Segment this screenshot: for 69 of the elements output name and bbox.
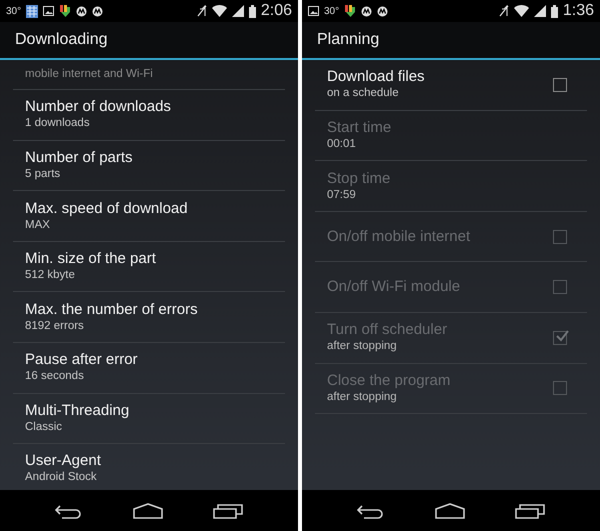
setting-title: Multi-Threading [25, 402, 130, 420]
signal-icon [534, 5, 546, 17]
setting-value: 5 parts [25, 166, 62, 182]
battery-icon [248, 4, 256, 18]
setting-value: after stopping [327, 390, 398, 405]
settings-row[interactable]: Number of parts 5 parts [13, 140, 285, 192]
image-icon [43, 6, 54, 16]
back-icon[interactable] [357, 502, 385, 518]
home-icon[interactable] [435, 502, 465, 518]
setting-title: Turn off scheduler [327, 321, 448, 340]
circle-icon [377, 6, 388, 16]
screen-title: Downloading [15, 30, 108, 50]
circle-icon [361, 6, 372, 16]
image-icon [308, 6, 319, 16]
signal-icon [232, 5, 244, 17]
setting-title: Max. the number of errors [25, 300, 198, 319]
download-icon [344, 4, 356, 18]
clock-text: 1:36 [562, 1, 594, 21]
wifi-icon [514, 5, 529, 17]
check-icon [555, 328, 569, 343]
settings-row[interactable]: Max. speed of download MAX [13, 191, 285, 242]
setting-value: 00:01 [327, 136, 357, 152]
settings-row[interactable]: Max. the number of errors 8192 errors [13, 292, 285, 343]
settings-row[interactable]: Pause after error 16 seconds [13, 342, 285, 394]
circle-icon [92, 6, 104, 16]
wifi-icon [212, 5, 227, 17]
settings-row[interactable]: Multi-Threading Classic [13, 394, 285, 444]
setting-value: 1 downloads [25, 116, 91, 132]
battery-icon [550, 4, 558, 18]
back-icon[interactable] [55, 502, 83, 518]
mute-icon [196, 5, 207, 17]
settings-row[interactable]: Number of downloads 1 downloads [13, 90, 285, 141]
setting-title: Number of downloads [25, 98, 171, 116]
setting-title: Pause after error [25, 351, 138, 370]
setting-value: 8192 errors [25, 318, 85, 334]
setting-value: 07:59 [327, 188, 357, 202]
setting-title: Max. speed of download [25, 200, 188, 218]
temperature-text: 30° [324, 4, 340, 18]
setting-value: Classic [25, 420, 64, 435]
recent-apps-icon[interactable] [213, 502, 243, 518]
clock-text: 2:06 [260, 1, 292, 21]
setting-value: 16 seconds [25, 369, 85, 384]
setting-title: Download files [327, 68, 425, 86]
grid-icon [26, 4, 38, 18]
setting-title: Start time [327, 118, 392, 137]
setting-title: Min. size of the part [25, 250, 156, 268]
setting-title: On/off mobile internet [327, 228, 470, 246]
mute-icon [498, 5, 509, 17]
home-icon[interactable] [133, 502, 163, 518]
download-icon [59, 4, 72, 18]
setting-title: Stop time [327, 170, 390, 188]
setting-value: mobile internet and Wi-Fi [25, 67, 153, 82]
checkbox[interactable] [553, 78, 567, 92]
setting-value: MAX [25, 218, 51, 232]
screen-title: Planning [317, 30, 380, 50]
setting-title: Number of parts [25, 148, 133, 167]
setting-title: User-Agent [25, 452, 101, 470]
setting-value: Android Stock [25, 470, 98, 486]
setting-title: Close the program [327, 372, 450, 390]
setting-value: 512 kbyte [25, 268, 76, 284]
setting-title: On/off Wi-Fi module [327, 278, 460, 296]
settings-row[interactable]: Download files on a schedule [315, 60, 587, 111]
temperature-text: 30° [6, 4, 22, 18]
setting-value: after stopping [327, 339, 398, 354]
recent-apps-icon[interactable] [515, 502, 545, 518]
circle-icon [76, 6, 88, 16]
settings-row[interactable]: mobile internet and Wi-Fi [13, 60, 285, 90]
settings-row[interactable]: Min. size of the part 512 kbyte [13, 242, 285, 292]
setting-value: on a schedule [327, 86, 400, 102]
